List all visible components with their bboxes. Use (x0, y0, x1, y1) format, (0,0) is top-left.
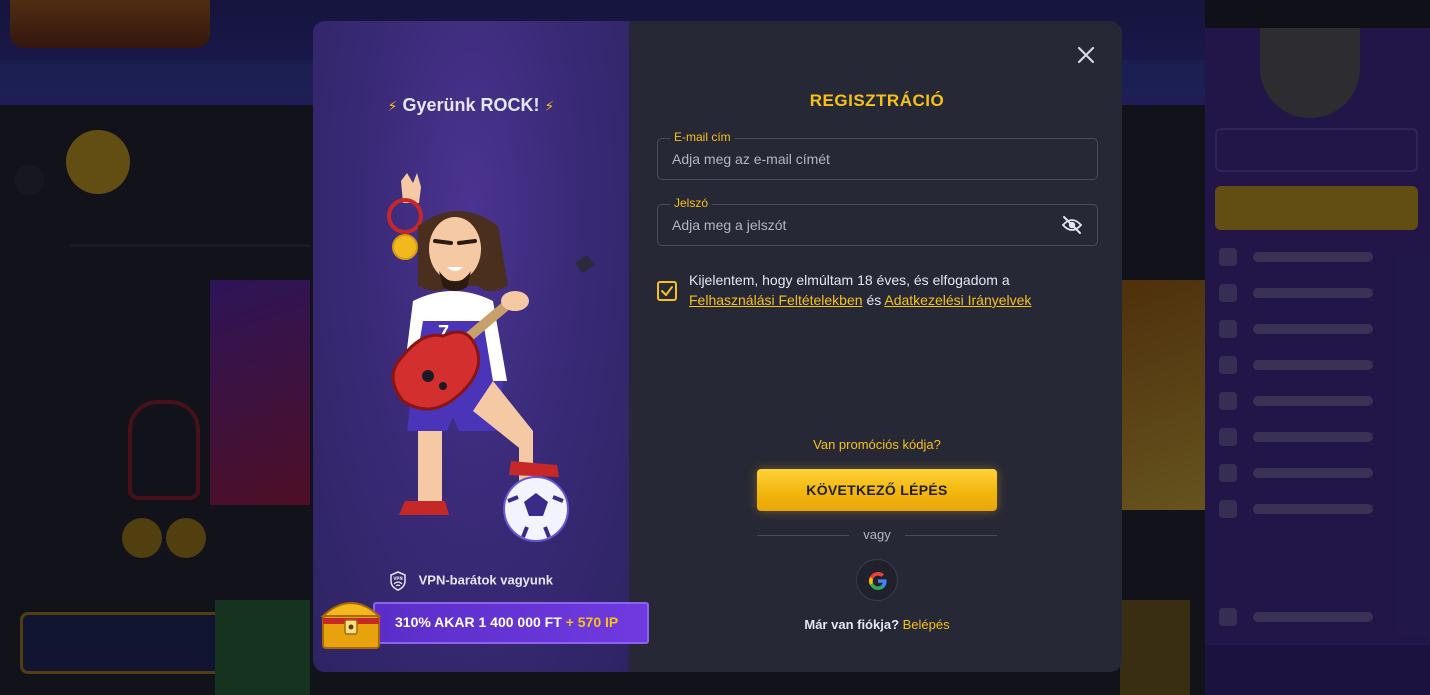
google-signin-button[interactable] (856, 559, 898, 601)
next-step-button[interactable]: KÖVETKEZŐ LÉPÉS (757, 469, 997, 511)
treasure-chest-icon (320, 602, 382, 649)
consent-text: Kijelentem, hogy elmúltam 18 éves, és el… (689, 270, 1109, 310)
welcome-bonus-text: 310% AKAR 1 400 000 FT + 570 IP (395, 614, 618, 630)
promo-title-text: Gyerünk ROCK! (402, 95, 540, 115)
promo-panel: ⚡ Gyerünk ROCK! ⚡ 7 VPN VPN-barátok vagy… (313, 21, 649, 672)
have-account-text: Már van fiókja? (804, 617, 900, 632)
google-icon (869, 572, 887, 590)
vpn-text: VPN-barátok vagyunk (418, 572, 553, 588)
privacy-link[interactable]: Adatkezelési Irányelvek (884, 292, 1031, 308)
registration-modal: ⚡ Gyerünk ROCK! ⚡ 7 VPN VPN-barátok vagy… (313, 21, 1122, 672)
welcome-bonus-banner[interactable]: 310% AKAR 1 400 000 FT + 570 IP (320, 602, 649, 649)
promo-title: ⚡ Gyerünk ROCK! ⚡ (313, 95, 629, 116)
rocker-footballer-illustration: 7 (387, 173, 595, 542)
consent-and: és (866, 292, 882, 308)
login-link[interactable]: Belépés (903, 617, 950, 632)
have-account-row: Már van fiókja? Belépés (657, 617, 1097, 632)
svg-text:VPN: VPN (393, 576, 402, 581)
email-field[interactable]: E-mail cím (657, 130, 1098, 180)
checkmark-icon (661, 286, 673, 296)
form-title: REGISZTRÁCIÓ (809, 91, 945, 110)
lightning-icon: ⚡ (387, 98, 398, 114)
vpn-friendly-note: VPN VPN-barátok vagyunk (313, 571, 629, 591)
eye-off-icon[interactable] (1061, 215, 1083, 235)
vpn-shield-icon: VPN (390, 571, 406, 591)
bonus-amount: 310% AKAR 1 400 000 FT (395, 614, 562, 630)
email-input[interactable] (672, 139, 1052, 179)
password-field[interactable]: Jelszó (657, 196, 1098, 246)
terms-checkbox[interactable] (657, 281, 677, 301)
promo-code-link[interactable]: Van promóciós kódja? (657, 437, 1097, 452)
divider-line (905, 535, 997, 536)
consent-statement: Kijelentem, hogy elmúltam 18 éves, és el… (689, 272, 1010, 288)
or-divider: vagy (757, 527, 997, 543)
terms-link[interactable]: Felhasználási Feltételekben (689, 292, 863, 308)
lightning-icon: ⚡ (544, 98, 555, 114)
bonus-extra-points: + 570 IP (565, 614, 619, 630)
password-input[interactable] (672, 205, 1052, 245)
close-icon[interactable] (1074, 43, 1098, 67)
